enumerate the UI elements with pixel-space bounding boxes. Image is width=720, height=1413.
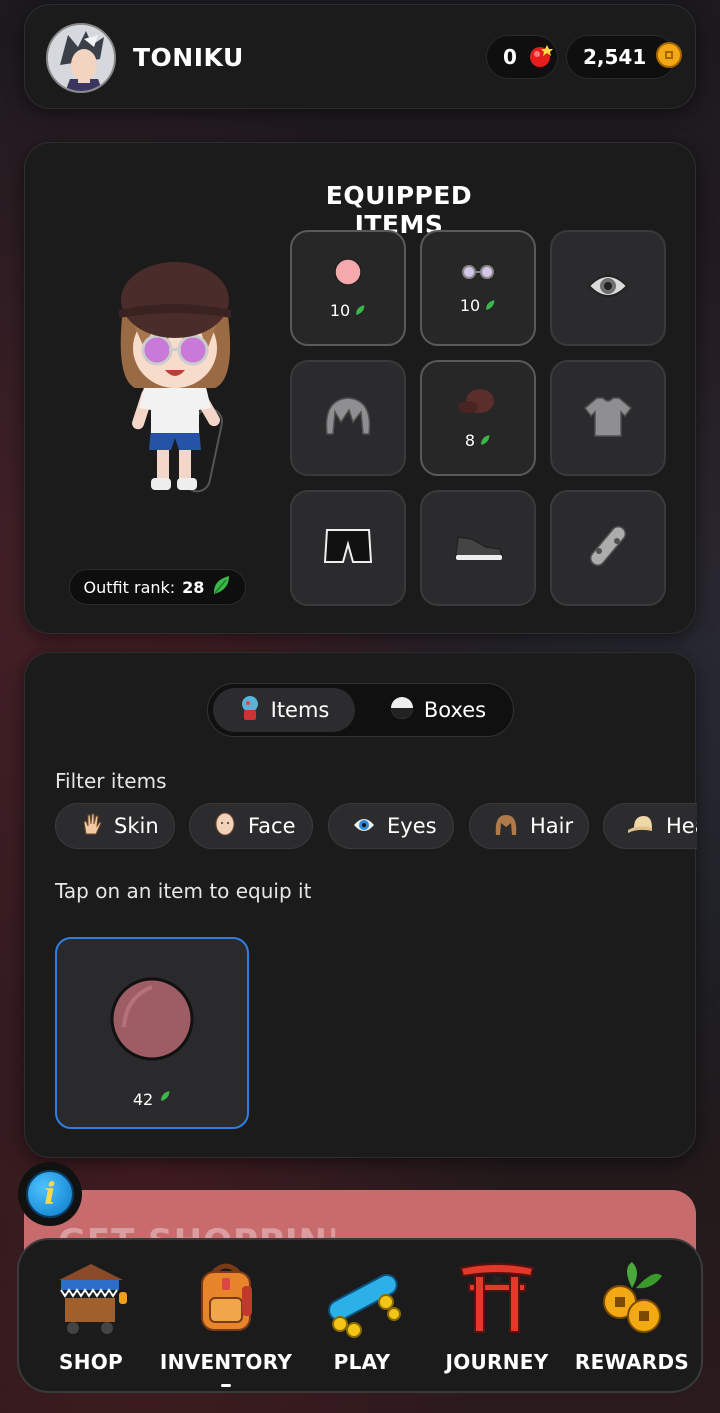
slot-glasses-count: 10	[459, 295, 481, 315]
leaf-icon	[481, 435, 490, 445]
hair-icon	[494, 813, 518, 840]
equipped-items-panel: EQUIPPED ITEMS Outfit rank: 28 10 10 8	[24, 142, 696, 634]
filter-headwear[interactable]: Hea	[603, 803, 697, 849]
active-indicator	[221, 1384, 231, 1387]
gems-counter[interactable]: 0	[486, 35, 558, 79]
shop-stall-icon	[51, 1258, 131, 1342]
box-icon	[390, 696, 414, 725]
inventory-item[interactable]: 42	[55, 937, 249, 1129]
shorts-icon	[323, 526, 373, 570]
filter-eyes[interactable]: Eyes	[328, 803, 454, 849]
tab-boxes-label: Boxes	[423, 698, 487, 722]
leaf-icon	[211, 574, 231, 600]
eye-icon	[353, 814, 375, 838]
eye-icon	[587, 271, 629, 305]
nav-rewards[interactable]: REWARDS	[567, 1258, 697, 1378]
coins-value: 2,541	[583, 45, 647, 69]
nav-shop[interactable]: SHOP	[26, 1258, 156, 1378]
slot-eyes[interactable]	[550, 230, 666, 346]
inventory-item-count: 42	[132, 1090, 154, 1109]
leaf-icon	[161, 1091, 170, 1101]
tab-items[interactable]: Items	[213, 688, 355, 732]
slot-accessory[interactable]	[550, 490, 666, 606]
filter-label: Filter items	[55, 769, 167, 793]
avatar[interactable]	[46, 23, 116, 93]
filter-eyes-label: Eyes	[387, 814, 437, 838]
filter-hair-label: Hair	[530, 814, 574, 838]
outfit-rank: Outfit rank: 28	[69, 569, 246, 605]
slot-hair[interactable]	[290, 360, 406, 476]
filter-chips[interactable]: Skin Face Eyes Hair Hea	[55, 803, 697, 851]
cap-icon	[628, 814, 654, 839]
info-icon: i	[26, 1170, 74, 1218]
filter-hair[interactable]: Hair	[469, 803, 589, 849]
gumball-icon	[239, 695, 261, 726]
nav-play[interactable]: PLAY	[297, 1258, 427, 1378]
slot-glasses[interactable]: 10	[420, 230, 536, 346]
leaf-icon	[356, 305, 365, 315]
inventory-tabs: Items Boxes	[207, 683, 514, 737]
filter-headwear-label: Hea	[666, 814, 697, 838]
slot-skin-count: 10	[329, 300, 351, 320]
tshirt-icon	[583, 394, 633, 442]
slot-shoes[interactable]	[420, 490, 536, 606]
filter-skin[interactable]: Skin	[55, 803, 175, 849]
hand-icon	[80, 812, 102, 841]
tab-boxes[interactable]: Boxes	[368, 688, 508, 732]
slot-top[interactable]	[550, 360, 666, 476]
outfit-rank-label: Outfit rank:	[83, 577, 176, 597]
filter-face[interactable]: Face	[189, 803, 313, 849]
skateboard-icon	[583, 521, 633, 575]
bottom-nav: SHOP INVENTORY PLAY JOURNEY REWARDS	[17, 1238, 703, 1393]
tap-hint: Tap on an item to equip it	[55, 879, 312, 903]
sneaker-icon	[452, 529, 504, 567]
nav-rewards-label: REWARDS	[574, 1350, 690, 1374]
skateboard-icon	[320, 1258, 404, 1342]
nav-play-label: PLAY	[333, 1350, 391, 1374]
torii-gate-icon	[457, 1258, 537, 1342]
info-button[interactable]: i	[18, 1162, 82, 1226]
nav-shop-label: SHOP	[58, 1350, 123, 1374]
filter-face-label: Face	[248, 814, 296, 838]
gem-icon	[527, 41, 555, 74]
nav-journey-label: JOURNEY	[445, 1350, 549, 1374]
slot-headwear[interactable]: 8	[420, 360, 536, 476]
outfit-rank-value: 28	[182, 577, 205, 597]
nav-journey[interactable]: JOURNEY	[432, 1258, 562, 1378]
username: TONIKU	[133, 43, 244, 72]
backpack-icon	[186, 1258, 266, 1342]
skin-tone-icon	[110, 977, 194, 1065]
skin-circle-icon	[333, 257, 363, 291]
inventory-panel: Items Boxes Filter items Skin Face Eyes …	[24, 652, 697, 1158]
nav-inventory-label: INVENTORY	[159, 1350, 293, 1374]
slot-skin[interactable]: 10	[290, 230, 406, 346]
coin-icon	[656, 41, 683, 73]
leaf-icon	[486, 300, 495, 310]
face-icon	[214, 812, 236, 841]
character-preview	[95, 238, 255, 503]
gems-value: 0	[503, 45, 517, 69]
coin-bundle-icon	[592, 1258, 672, 1342]
slot-headwear-count: 8	[464, 430, 476, 450]
hair-icon	[323, 394, 373, 442]
nav-inventory[interactable]: INVENTORY	[159, 1258, 293, 1387]
profile-header: TONIKU 0 2,541	[24, 4, 696, 109]
coins-counter[interactable]: 2,541	[566, 35, 683, 79]
cap-icon	[458, 387, 498, 421]
glasses-icon	[459, 262, 497, 286]
tab-items-label: Items	[270, 698, 330, 722]
slot-bottom[interactable]	[290, 490, 406, 606]
filter-skin-label: Skin	[114, 814, 159, 838]
